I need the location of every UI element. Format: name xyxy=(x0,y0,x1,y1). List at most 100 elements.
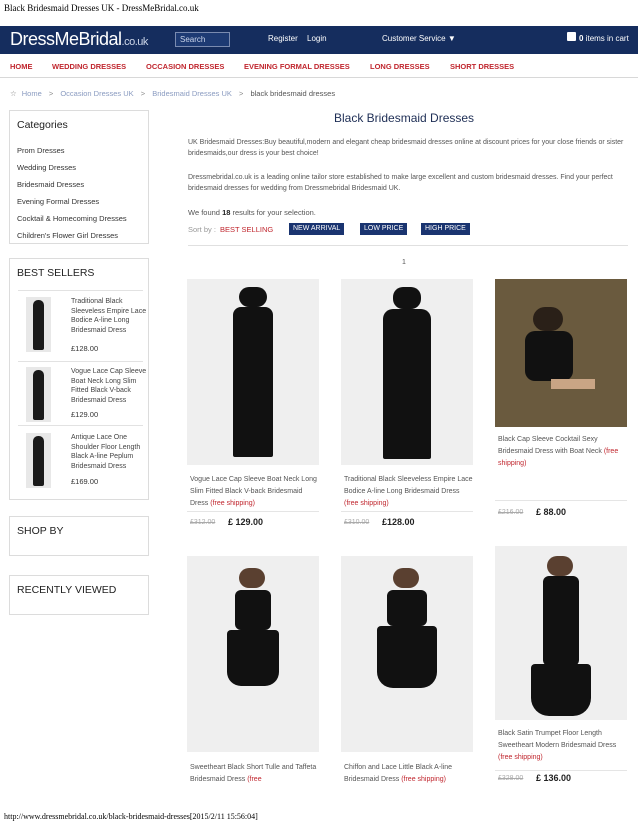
breadcrumb-occasion[interactable]: Occasion Dresses UK xyxy=(60,89,133,98)
best-sellers-box: BEST SELLERS Traditional Black Sleeveles… xyxy=(9,258,149,500)
product-name[interactable]: Black Satin Trumpet Floor Length Sweethe… xyxy=(498,728,628,764)
divider xyxy=(188,245,628,246)
home-icon: ☆ xyxy=(10,89,17,98)
product-price: £ 136.00 xyxy=(536,773,572,783)
chevron-down-icon: ▼ xyxy=(447,34,456,43)
free-shipping-label: (free shipping) xyxy=(498,754,543,761)
best-seller-name[interactable]: Traditional Black Sleeveless Empire Lace… xyxy=(71,297,153,335)
recently-viewed-title: RECENTLY VIEWED xyxy=(17,584,117,596)
free-shipping-label: (free shipping) xyxy=(401,776,446,783)
best-seller-item[interactable]: Traditional Black Sleeveless Empire Lace… xyxy=(18,297,146,357)
category-cocktail[interactable]: Cocktail & Homecoming Dresses xyxy=(17,214,148,223)
cart-icon[interactable] xyxy=(567,32,576,41)
best-seller-item[interactable]: Antique Lace One Shoulder Floor Length B… xyxy=(18,433,143,493)
categories-box: Categories Prom Dresses Wedding Dresses … xyxy=(9,110,149,244)
nav-short-dresses[interactable]: SHORT DRESSES xyxy=(450,62,514,71)
product-name[interactable]: Black Cap Sleeve Cocktail Sexy Bridesmai… xyxy=(498,434,628,470)
old-price: £310.00 xyxy=(344,519,370,526)
intro-paragraph: Dressmebridal.co.uk is a leading online … xyxy=(188,174,613,192)
search-input[interactable]: Search xyxy=(175,32,230,47)
page-heading: Black Bridesmaid Dresses xyxy=(334,111,475,125)
free-shipping-label: (free shipping) xyxy=(210,500,255,507)
sort-high-price[interactable]: HIGH PRICE xyxy=(421,223,470,235)
old-price: £328.00 xyxy=(498,775,524,782)
product-image[interactable] xyxy=(495,279,627,427)
nav-wedding-dresses[interactable]: WEDDING DRESSES xyxy=(52,62,126,71)
nav-occasion-dresses[interactable]: OCCASION DRESSES xyxy=(146,62,224,71)
category-nav: HOME WEDDING DRESSES OCCASION DRESSES EV… xyxy=(0,54,638,78)
old-price: £312.00 xyxy=(190,519,216,526)
divider xyxy=(18,290,143,291)
page-number[interactable]: 1 xyxy=(402,259,406,266)
product-title[interactable]: Black Cap Sleeve Cocktail Sexy Bridesmai… xyxy=(498,436,602,455)
divider xyxy=(18,361,143,362)
product-thumbnail xyxy=(26,297,51,352)
free-shipping-label: (free shipping) xyxy=(344,500,389,507)
results-count: We found 18 results for your selection. xyxy=(188,208,316,217)
category-bridesmaid[interactable]: Bridesmaid Dresses xyxy=(17,180,148,189)
product-image[interactable] xyxy=(187,279,319,465)
breadcrumb-current: black bridesmaid dresses xyxy=(250,89,336,98)
cart-link[interactable]: 0 items in cart xyxy=(579,34,629,43)
best-seller-item[interactable]: Vogue Lace Cap Sleeve Boat Neck Long Sli… xyxy=(18,367,146,427)
cart-count: 0 xyxy=(579,34,584,43)
product-image[interactable] xyxy=(495,546,627,720)
breadcrumb-bridesmaid[interactable]: Bridesmaid Dresses UK xyxy=(152,89,232,98)
best-seller-price: £169.00 xyxy=(71,477,99,486)
product-name[interactable]: Chiffon and Lace Little Black A-line Bri… xyxy=(344,762,474,786)
free-shipping-label: (free xyxy=(247,776,262,783)
breadcrumb-separator: > xyxy=(238,89,244,98)
category-evening-formal[interactable]: Evening Formal Dresses xyxy=(17,197,148,206)
categories-title: Categories xyxy=(17,119,68,131)
best-seller-price: £128.00 xyxy=(71,344,99,353)
category-wedding[interactable]: Wedding Dresses xyxy=(17,163,148,172)
breadcrumb: ☆ Home > Occasion Dresses UK > Bridesmaid… xyxy=(10,89,340,98)
product-thumbnail xyxy=(26,367,51,422)
login-link[interactable]: Login xyxy=(307,34,327,43)
divider xyxy=(495,500,627,501)
results-number: 18 xyxy=(222,208,231,217)
intro-paragraph: UK Bridesmaid Dresses:Buy beautiful,mode… xyxy=(188,139,624,157)
customer-service-menu[interactable]: Customer Service ▼ xyxy=(382,34,456,43)
register-link[interactable]: Register xyxy=(268,34,298,43)
product-image[interactable] xyxy=(341,556,473,752)
best-seller-price: £129.00 xyxy=(71,410,99,419)
product-title[interactable]: Traditional Black Sleeveless Empire Lace… xyxy=(344,476,473,495)
sort-label: Sort by : xyxy=(188,225,216,234)
shop-by-title: SHOP BY xyxy=(17,525,64,537)
nav-long-dresses[interactable]: LONG DRESSES xyxy=(370,62,430,71)
divider xyxy=(341,511,473,512)
breadcrumb-separator: > xyxy=(48,89,54,98)
product-image[interactable] xyxy=(187,556,319,752)
product-title[interactable]: Black Satin Trumpet Floor Length Sweethe… xyxy=(498,730,616,749)
sort-new-arrival[interactable]: NEW ARRIVAL xyxy=(289,223,345,235)
category-flower-girl[interactable]: Children's Flower Girl Dresses xyxy=(17,231,148,240)
best-seller-name[interactable]: Antique Lace One Shoulder Floor Length B… xyxy=(71,433,153,471)
product-price: £128.00 xyxy=(382,517,415,527)
header-bar: DressMeBridal.co.uk Search Register Logi… xyxy=(0,26,638,54)
product-name[interactable]: Vogue Lace Cap Sleeve Boat Neck Long Sli… xyxy=(190,474,320,510)
cart-text: items in cart xyxy=(585,34,629,43)
product-name[interactable]: Sweetheart Black Short Tulle and Taffeta… xyxy=(190,762,320,786)
nav-evening-formal-dresses[interactable]: EVENING FORMAL DRESSES xyxy=(244,62,350,71)
best-sellers-title: BEST SELLERS xyxy=(17,267,95,279)
sort-low-price[interactable]: LOW PRICE xyxy=(360,223,408,235)
shop-by-box: SHOP BY xyxy=(9,516,149,556)
nav-home[interactable]: HOME xyxy=(10,62,33,71)
breadcrumb-home[interactable]: Home xyxy=(22,89,42,98)
results-prefix: We found xyxy=(188,208,220,217)
site-logo[interactable]: DressMeBridal.co.uk xyxy=(10,29,148,50)
breadcrumb-separator: > xyxy=(140,89,146,98)
category-prom[interactable]: Prom Dresses xyxy=(17,146,148,155)
product-price: £ 129.00 xyxy=(228,517,264,527)
divider xyxy=(187,511,319,512)
best-seller-name[interactable]: Vogue Lace Cap Sleeve Boat Neck Long Sli… xyxy=(71,367,153,405)
product-price: £ 88.00 xyxy=(536,507,567,517)
customer-service-label: Customer Service xyxy=(382,34,446,43)
divider xyxy=(495,770,627,771)
product-name[interactable]: Traditional Black Sleeveless Empire Lace… xyxy=(344,474,474,510)
old-price: £216.00 xyxy=(498,509,524,516)
sort-best-selling[interactable]: BEST SELLING xyxy=(220,225,273,234)
logo-text: DressMeBridal xyxy=(10,29,122,49)
product-image[interactable] xyxy=(341,279,473,465)
